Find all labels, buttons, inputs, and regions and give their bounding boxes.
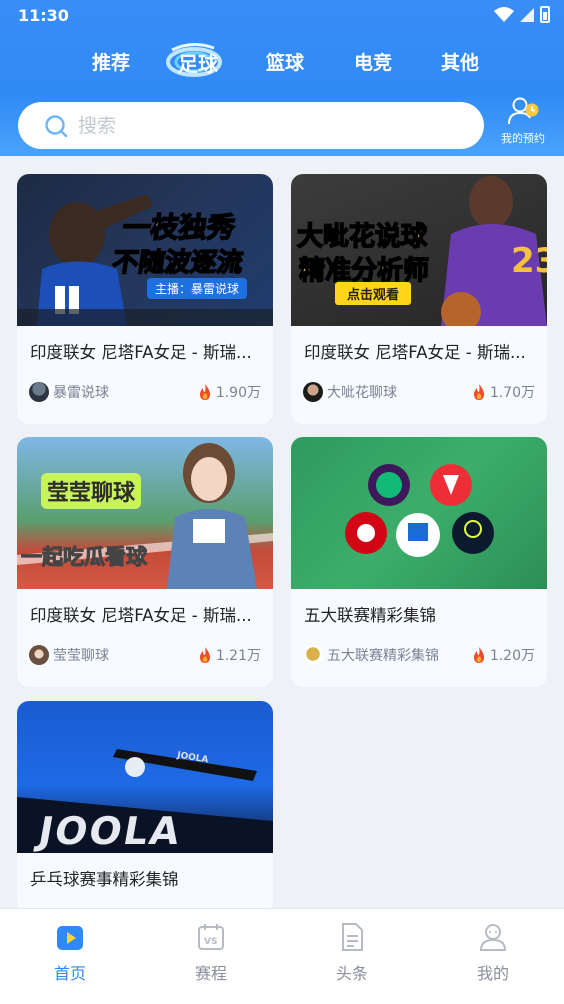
schedule-vs-icon: VS [198, 924, 224, 950]
video-title: 五大联赛精彩集锦 [304, 606, 436, 625]
author-name: 五大联赛精彩集锦 [327, 648, 439, 664]
video-title: 印度联女 尼塔FA女足 - 斯瑞... [30, 606, 252, 625]
nav-label: 赛程 [194, 964, 227, 983]
video-card[interactable]: 23 大呲花说球 精准分析师 点击观看 印度联女 尼塔FA女足 - 斯瑞... … [291, 174, 547, 424]
video-title: 印度联女 尼塔FA女足 - 斯瑞... [304, 343, 526, 362]
author-name: 暴雷说球 [53, 385, 109, 401]
nav-headlines[interactable]: 头条 [312, 921, 392, 984]
nav-profile[interactable]: 我的 [453, 921, 533, 984]
svg-text:VS: VS [204, 937, 217, 947]
table-brand-text: JOOLA [35, 809, 186, 853]
avatar [29, 645, 49, 665]
bottom-nav: 首页 VS 赛程 头条 我的 [0, 908, 564, 1004]
tab-esports[interactable]: 电竞 [354, 48, 392, 75]
nav-schedule[interactable]: VS 赛程 [171, 921, 251, 984]
view-count: 1.20万 [489, 648, 535, 664]
thumbnail-host-badge: 主播：暴雷说球 [147, 278, 248, 299]
view-count: 1.21万 [215, 648, 261, 664]
signal-icon [520, 7, 534, 22]
fire-icon [473, 647, 484, 663]
avatar [303, 382, 323, 402]
league-logos-graphic [345, 464, 494, 557]
fire-icon [199, 384, 210, 400]
thumbnail-headline: 大呲花说球 [296, 221, 428, 253]
thumbnail-subheadline: 一起吃瓜看球 [21, 545, 148, 570]
category-tabs: 推荐 足球 篮球 电竞 其他 [0, 40, 564, 82]
thumbnail-watch-badge: 点击观看 [335, 282, 412, 305]
search-input[interactable] [78, 110, 458, 142]
svg-text:23: 23 [511, 241, 547, 281]
video-thumbnail: 一枝独秀 不随波逐流 主播：暴雷说球 [17, 174, 273, 326]
avatar [303, 645, 323, 665]
search-box[interactable] [18, 102, 484, 149]
video-thumbnail [291, 437, 547, 589]
status-bar: 11:30 [18, 6, 550, 26]
search-icon [45, 115, 68, 138]
document-icon [342, 923, 363, 951]
thumbnail-subheadline: 不随波逐流 [110, 247, 246, 279]
video-title: 印度联女 尼塔FA女足 - 斯瑞... [30, 343, 252, 362]
video-thumbnail: 23 大呲花说球 精准分析师 点击观看 [291, 174, 547, 326]
status-time: 11:30 [18, 6, 69, 25]
nav-label: 我的 [476, 964, 509, 983]
fire-icon [199, 647, 210, 663]
video-title: 乒乓球赛事精彩集锦 [30, 870, 179, 889]
fire-icon [473, 384, 484, 400]
author-name: 莹莹聊球 [53, 648, 109, 664]
view-count: 1.70万 [489, 385, 535, 401]
author-name: 大呲花聊球 [327, 385, 397, 401]
nav-home[interactable]: 首页 [30, 921, 110, 984]
wifi-icon [494, 6, 514, 22]
nav-label: 首页 [53, 964, 86, 983]
header: 11:30 推荐 足球 篮球 电竞 其他 我的预约 [0, 0, 564, 156]
reservation-user-clock-icon [508, 97, 539, 125]
video-card[interactable]: 五大联赛精彩集锦 五大联赛精彩集锦 1.20万 [291, 437, 547, 687]
home-play-icon [57, 926, 83, 950]
video-card[interactable]: 一枝独秀 不随波逐流 主播：暴雷说球 印度联女 尼塔FA女足 - 斯瑞... 暴… [17, 174, 273, 424]
nav-label: 头条 [335, 964, 368, 983]
tab-recommend[interactable]: 推荐 [92, 48, 130, 75]
battery-icon [540, 6, 550, 23]
reservation-label: 我的预约 [501, 132, 545, 145]
video-card[interactable]: JOOLA JOOLA 乒乓球赛事精彩集锦 [17, 701, 273, 913]
thumbnail-headline: 莹莹聊球 [41, 473, 142, 509]
my-reservation-button[interactable]: 我的预约 [492, 96, 554, 148]
tab-basketball[interactable]: 篮球 [266, 48, 304, 75]
profile-icon [479, 924, 507, 951]
view-count: 1.90万 [215, 385, 261, 401]
tab-other[interactable]: 其他 [441, 48, 479, 75]
video-thumbnail: 莹莹聊球 一起吃瓜看球 [17, 437, 273, 589]
video-thumbnail: JOOLA JOOLA [17, 701, 273, 853]
thumbnail-headline: 一枝独秀 [120, 210, 238, 245]
video-card[interactable]: 莹莹聊球 一起吃瓜看球 印度联女 尼塔FA女足 - 斯瑞... 莹莹聊球 1.2… [17, 437, 273, 687]
tab-football[interactable]: 足球 [178, 48, 218, 77]
avatar [29, 382, 49, 402]
